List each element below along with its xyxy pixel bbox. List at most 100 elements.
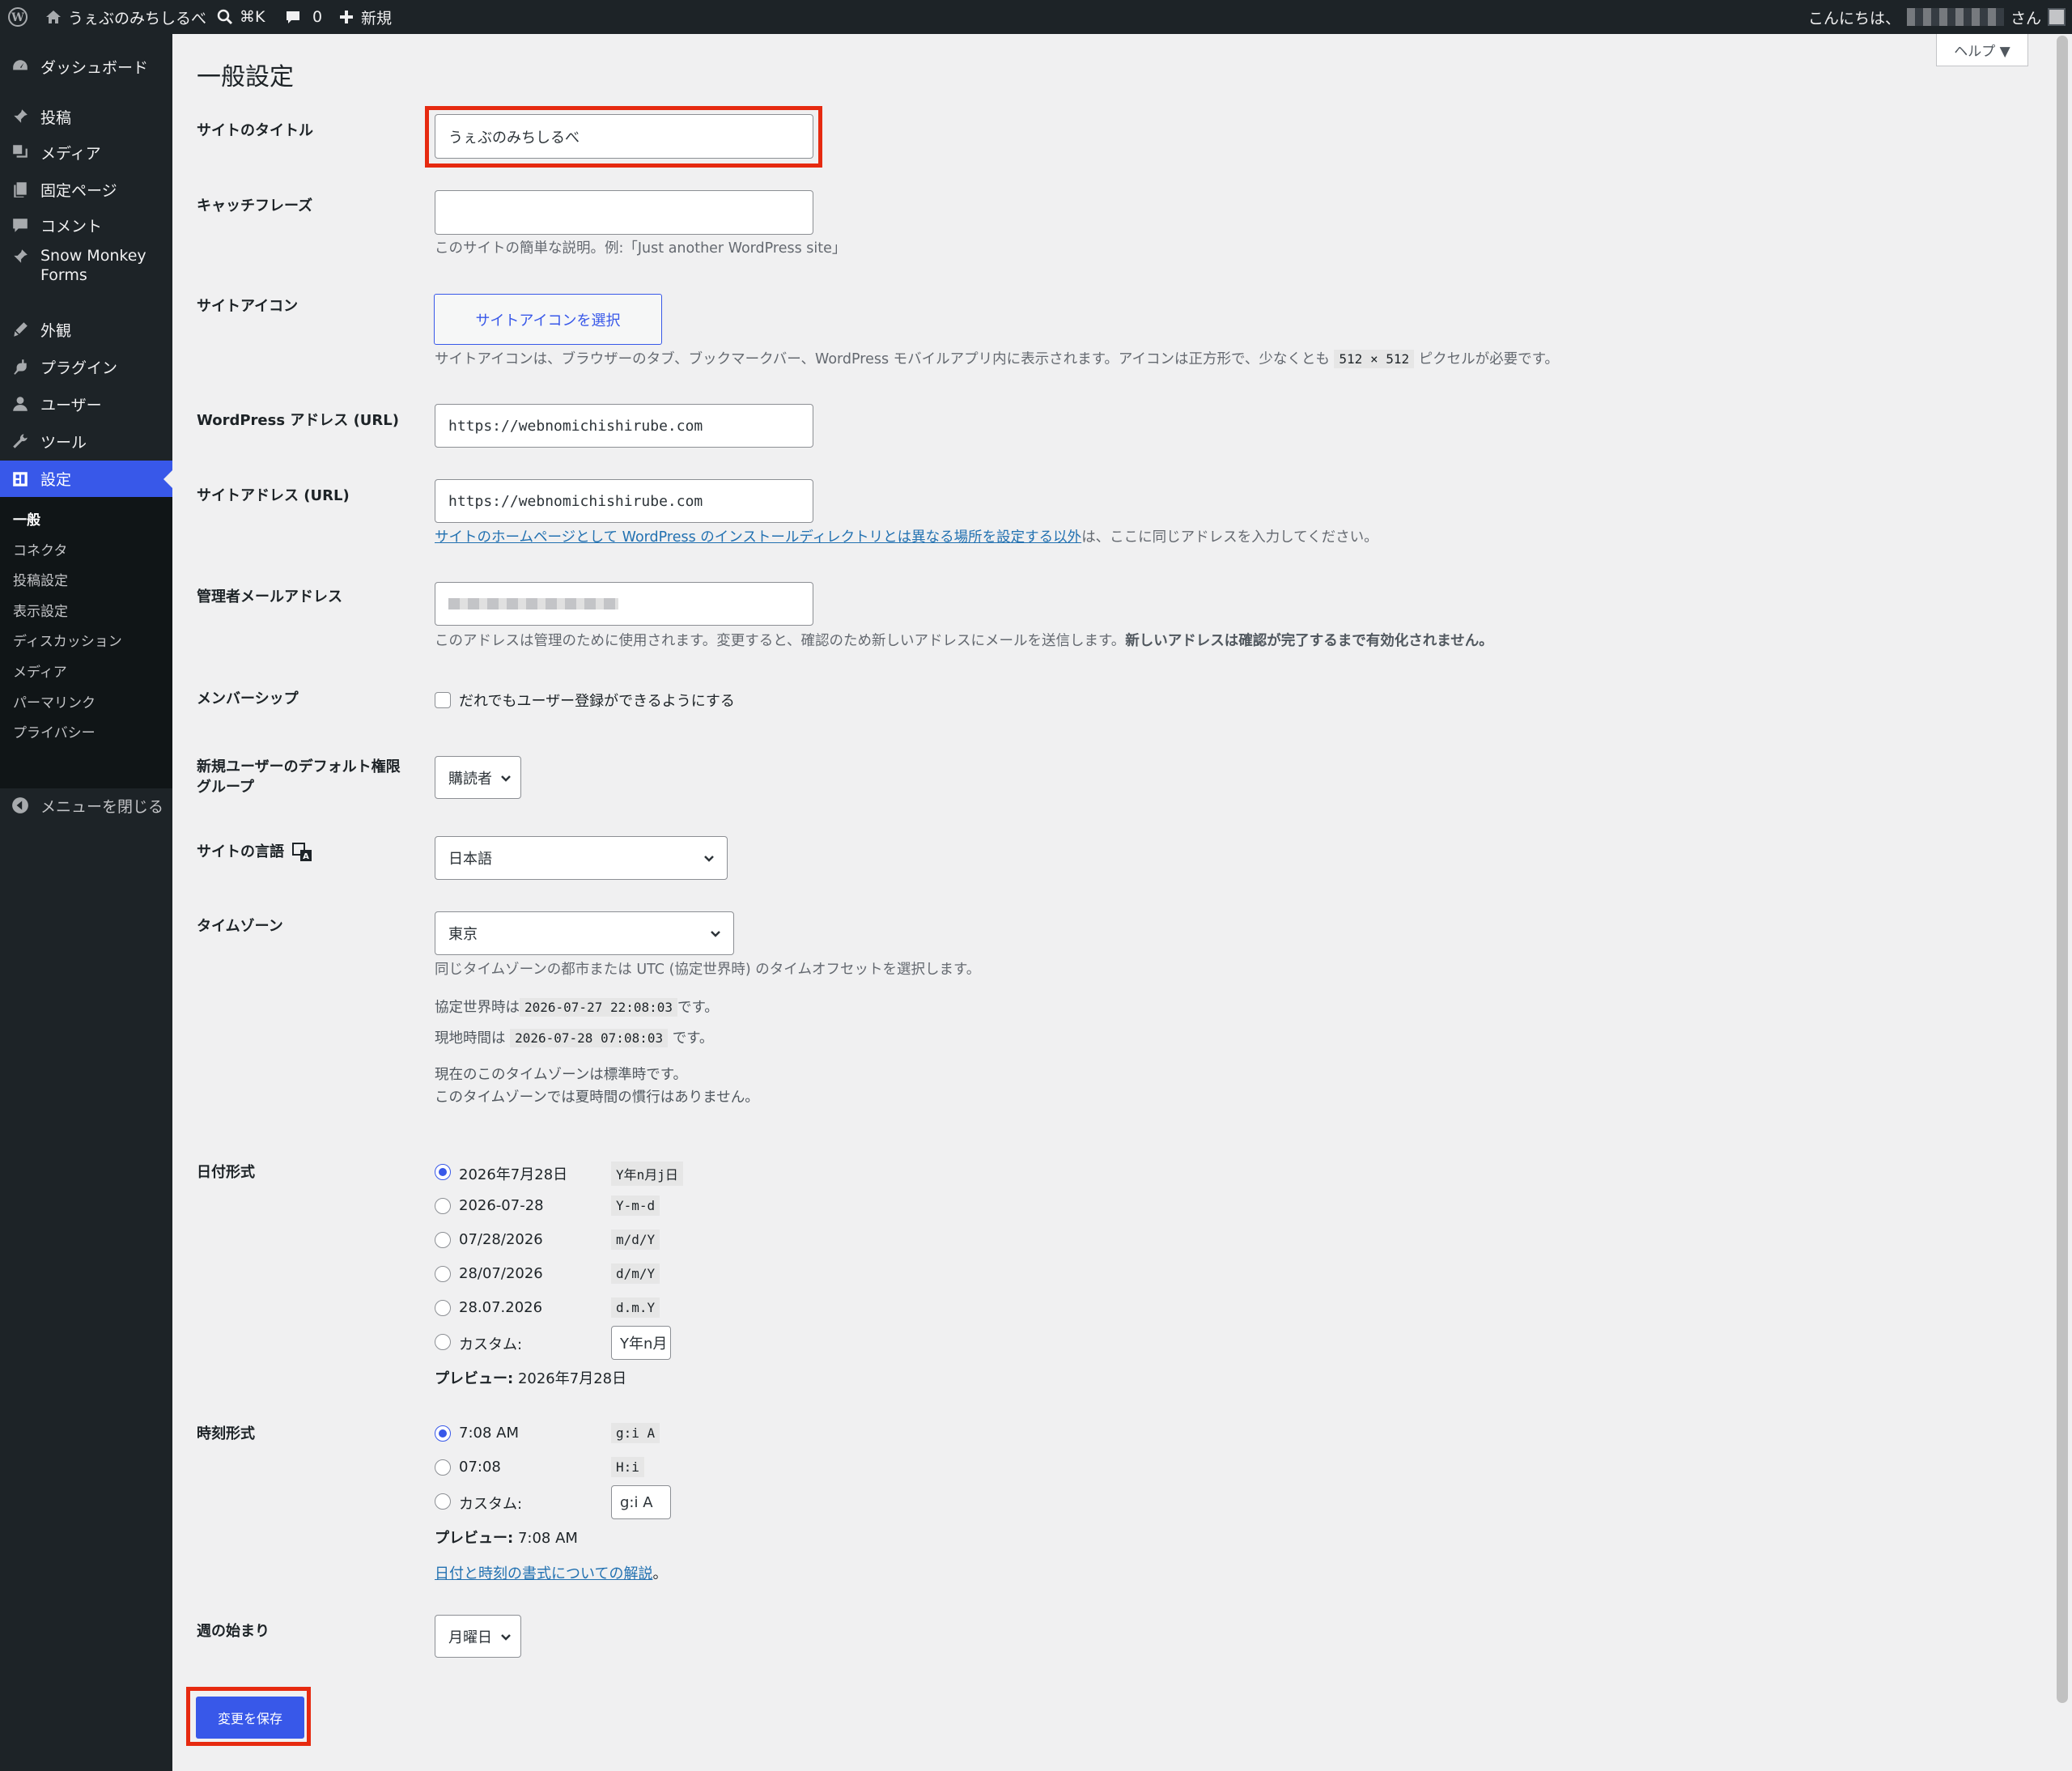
submenu-reading[interactable]: 表示設定 [13,600,68,620]
wordpress-url-input[interactable]: https://webnomichishirube.com [435,404,813,448]
site-icon-desc-a: サイトアイコンは、ブラウザーのタブ、ブックマークバー、WordPress モバイ… [435,351,1330,367]
user-icon [0,395,40,413]
sidebar-item-label: 投稿 [40,108,72,127]
sidebar-item-label: 設定 [40,471,72,489]
submenu-media[interactable]: メディア [13,660,67,681]
format-doc-suffix: 。 [652,1565,668,1582]
date-format-radio-5[interactable] [435,1300,451,1316]
date-format-radio-3[interactable] [435,1232,451,1248]
time-format-radio-2[interactable] [435,1459,451,1476]
chevron-down-icon [704,856,714,862]
time-custom-value: g:i A [620,1493,653,1511]
search-shortcut[interactable]: ⌘K [217,0,265,34]
page-icon [0,180,40,198]
local-suffix: です。 [672,1030,714,1047]
sidebar-item-posts[interactable]: 投稿 [0,99,172,134]
admin-email-desc-b: 新しいアドレスは確認が完了するまで有効化されません。 [1125,633,1493,649]
time-format-radio-custom[interactable] [435,1493,451,1510]
my-account[interactable]: こんにちは、 さん [1808,0,2066,34]
sidebar-item-label: 固定ページ [40,181,117,200]
submenu-writing[interactable]: 投稿設定 [13,569,68,589]
help-label: ヘルプ ▼ [1954,44,2010,60]
page-title: 一般設定 [197,63,294,91]
site-language-select[interactable]: 日本語 [435,836,728,880]
sidebar-item-label: コメント [40,217,103,236]
select-site-icon-button[interactable]: サイトアイコンを選択 [434,294,662,345]
submenu-privacy[interactable]: プライバシー [13,721,96,741]
submenu-discussion[interactable]: ディスカッション [13,630,122,650]
site-name-link[interactable]: うぇぶのみちしるべ [45,0,206,34]
admin-email-label: 管理者メールアドレス [197,588,342,605]
submenu-general[interactable]: 一般 [13,508,40,529]
default-role-label-line2: グループ [197,779,254,796]
site-url-input[interactable]: https://webnomichishirube.com [435,479,813,523]
help-tab-button[interactable]: ヘルプ ▼ [1936,34,2028,66]
week-start-select[interactable]: 月曜日 [435,1615,521,1658]
translation-icon: A [292,842,312,861]
sidebar-item-plugins[interactable]: プラグイン [0,349,172,384]
format-documentation-link[interactable]: 日付と時刻の書式についての解説 [435,1565,652,1582]
save-changes-button[interactable]: 変更を保存 [196,1697,304,1739]
site-icon-description: サイトアイコンは、ブラウザーのタブ、ブックマークバー、WordPress モバイ… [435,349,1559,370]
wordpress-logo-icon[interactable]: W [8,0,28,34]
sidebar-item-appearance[interactable]: 外観 [0,312,172,347]
time-preview: プレビュー: 7:08 AM [435,1527,578,1548]
timezone-select[interactable]: 東京 [435,911,734,955]
date-format-custom-input[interactable]: Y年n月 [611,1326,671,1360]
sidebar-item-dashboard[interactable]: ダッシュボード [0,49,172,84]
search-shortcut-label: ⌘K [240,8,265,26]
date-format-radio-4[interactable] [435,1266,451,1282]
local-time-code: 2026-07-28 07:08:03 [510,1029,669,1047]
comments-count: 0 [312,8,323,26]
time-format-option-2: 07:08 [459,1459,501,1476]
utc-time-row: 協定世界時は 2026-07-27 22:08:03 です。 [435,997,719,1018]
timezone-value: 東京 [448,926,478,943]
default-role-select[interactable]: 購読者 [435,756,521,799]
settings-submenu: 一般 コネクタ 投稿設定 表示設定 ディスカッション メディア パーマリンク プ… [0,497,172,788]
comments-link[interactable]: 0 [285,0,322,34]
username-redacted [1907,8,2005,26]
select-site-icon-label: サイトアイコンを選択 [475,312,621,329]
collapse-menu-button[interactable]: メニューを閉じる [0,787,172,824]
date-format-code-3: m/d/Y [611,1230,660,1250]
site-icon-label: サイトアイコン [197,298,299,315]
submenu-connectors[interactable]: コネクタ [13,539,67,559]
scrollbar-thumb[interactable] [2057,36,2068,1703]
tagline-input[interactable] [435,190,813,235]
submenu-permalinks[interactable]: パーマリンク [13,691,96,711]
membership-checkbox[interactable] [435,692,451,708]
date-format-radio-2[interactable] [435,1198,451,1214]
sidebar-item-snow-monkey-forms[interactable]: Snow Monkey Forms [0,246,172,295]
date-preview-label: プレビュー: [435,1370,514,1387]
site-icon-desc-b: ピクセルが必要です。 [1418,351,1559,367]
timezone-note-2: このタイムゾーンでは夏時間の慣行はありません。 [435,1089,759,1106]
date-format-code-2: Y-m-d [611,1196,660,1216]
membership-label: メンバーシップ [197,690,299,707]
new-content-link[interactable]: 新規 [338,0,392,34]
time-format-code-1: g:i A [611,1423,660,1443]
time-format-radio-1[interactable] [435,1425,451,1442]
comment-icon [287,11,299,23]
site-url-help-link[interactable]: サイトのホームページとして WordPress のインストールディレクトリとは異… [435,529,1081,546]
sidebar-item-tools[interactable]: ツール [0,423,172,459]
sidebar-item-pages[interactable]: 固定ページ [0,172,172,207]
site-title-input[interactable]: うぇぶのみちしるべ [435,114,813,159]
time-format-custom-input[interactable]: g:i A [611,1485,671,1519]
sidebar-item-users[interactable]: ユーザー [0,386,172,422]
sidebar-item-media[interactable]: メディア [0,134,172,170]
date-format-option-4: 28/07/2026 [459,1265,543,1282]
admin-bar: W うぇぶのみちしるべ ⌘K 0 新規 こんにちは、 さん [0,0,2072,34]
utc-time-code: 2026-07-27 22:08:03 [520,998,678,1017]
date-format-radio-1[interactable] [435,1164,451,1180]
wrench-icon [0,432,40,450]
sidebar-item-label: プラグイン [40,359,118,377]
date-format-radio-custom[interactable] [435,1334,451,1350]
date-format-option-1: 2026年7月28日 [459,1166,568,1183]
svg-text:W: W [11,11,24,24]
sidebar-item-comments[interactable]: コメント [0,207,172,243]
sidebar-item-label-line2: Forms [40,266,87,284]
utc-suffix: です。 [677,1000,719,1016]
pin-icon [0,246,40,265]
sidebar-item-settings[interactable]: 設定 [0,461,172,497]
admin-email-input[interactable] [435,582,813,626]
